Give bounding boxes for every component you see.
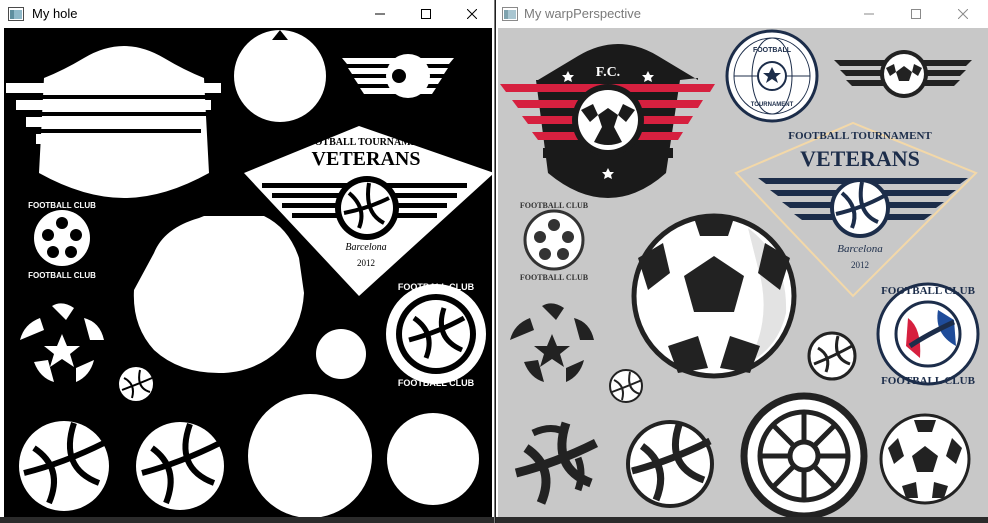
hole-tournament-text: FOOTBALL TOURNAMENT xyxy=(301,137,432,148)
hole-fc-bottom: FOOTBALL CLUB xyxy=(28,271,96,280)
warp-volleyball-1 xyxy=(514,421,599,505)
warp-image-canvas: F.C. FOOTBALL TOURNAMENT VETERANS FOOTBA… xyxy=(498,28,988,517)
warp-star-ball xyxy=(510,303,594,382)
taskbar-strip xyxy=(0,517,494,523)
window-app-icon xyxy=(502,7,518,21)
warp-barcelona-text: Barcelona xyxy=(837,243,883,255)
minimize-button[interactable] xyxy=(846,0,892,28)
window-app-icon xyxy=(8,7,24,21)
warp-volleyball-small-2 xyxy=(807,331,857,381)
hole-fc-top: FOOTBALL CLUB xyxy=(28,201,96,210)
window-title: My warpPerspective xyxy=(524,6,642,21)
hole-circle-top xyxy=(234,30,326,122)
warp-globe-football: FOOTBALL xyxy=(753,47,792,54)
close-button[interactable] xyxy=(449,0,495,28)
close-icon xyxy=(958,9,968,19)
window-title: My hole xyxy=(32,6,78,21)
hole-big-ball xyxy=(133,216,304,373)
minimize-button[interactable] xyxy=(357,0,403,28)
hole-small-volleyball xyxy=(119,367,153,401)
warp-football-club-volleyball: FOOTBALL CLUB FOOTBALL CLUB xyxy=(876,282,980,387)
warp-stripes-ball xyxy=(834,50,972,98)
warp-football-club-ring: FOOTBALL CLUB FOOTBALL CLUB xyxy=(520,201,589,282)
close-button[interactable] xyxy=(940,0,986,28)
warp-fc-top: FOOTBALL CLUB xyxy=(520,201,589,210)
hole-barcelona-text: Barcelona xyxy=(345,242,386,253)
warp-fc-badge: F.C. xyxy=(500,44,715,198)
warp-volleyball-2 xyxy=(626,420,714,508)
hole-year-text: 2012 xyxy=(357,258,375,268)
warp-panel-ball xyxy=(740,392,868,517)
warp-big-soccer-ball xyxy=(631,213,797,379)
taskbar-strip xyxy=(496,517,988,523)
warp-fc-text: F.C. xyxy=(596,65,620,80)
hole-image-canvas: VETERANS FOOTBALL TOURNAMENT Barcelona 2… xyxy=(4,28,492,517)
warp-fc2-bottom: FOOTBALL CLUB xyxy=(881,375,975,387)
warp-fc-bottom: FOOTBALL CLUB xyxy=(520,273,589,282)
hole-football-club-volleyball: FOOTBALL CLUB FOOTBALL CLUB xyxy=(386,282,486,388)
maximize-button[interactable] xyxy=(403,0,449,28)
hole-small-circle xyxy=(316,329,366,379)
warp-soccer-ball-small xyxy=(879,413,971,505)
maximize-icon xyxy=(911,9,921,19)
maximize-icon xyxy=(421,9,431,19)
minimize-icon xyxy=(864,13,874,15)
hole-volleyball-2 xyxy=(136,422,224,510)
hole-badge-wings xyxy=(6,46,221,198)
warp-tournament-globe: FOOTBALL TOURNAMENT xyxy=(725,29,819,123)
hole-veterans-text: VETERANS xyxy=(312,148,421,170)
window-my-hole[interactable]: My hole VETERANS FOOTBALL TOURNAMENT Bar… xyxy=(0,0,495,523)
hole-volleyball-1 xyxy=(19,421,109,511)
titlebar[interactable]: My warpPerspective xyxy=(496,0,988,28)
window-my-warpperspective[interactable]: My warpPerspective F.C. FOOTBALL TOURNAM… xyxy=(496,0,988,523)
warp-year-text: 2012 xyxy=(851,260,869,270)
warp-small-volleyball xyxy=(609,369,643,403)
warp-fc2-top: FOOTBALL CLUB xyxy=(881,285,975,297)
hole-circle-bottom-right xyxy=(387,413,479,505)
maximize-button[interactable] xyxy=(893,0,939,28)
warp-veterans-text: VETERANS xyxy=(800,146,920,171)
warp-tournament-text: FOOTBALL TOURNAMENT xyxy=(788,130,932,142)
warp-globe-tournament: TOURNAMENT xyxy=(751,102,794,108)
minimize-icon xyxy=(375,13,385,15)
hole-star-ball xyxy=(20,303,104,382)
hole-fc2-top: FOOTBALL CLUB xyxy=(398,282,475,292)
hole-big-circle-bottom xyxy=(248,394,372,517)
hole-football-club-ring: FOOTBALL CLUB FOOTBALL CLUB xyxy=(18,194,106,282)
close-icon xyxy=(467,9,477,19)
hole-fc2-bottom: FOOTBALL CLUB xyxy=(398,378,475,388)
titlebar[interactable]: My hole xyxy=(0,0,494,28)
